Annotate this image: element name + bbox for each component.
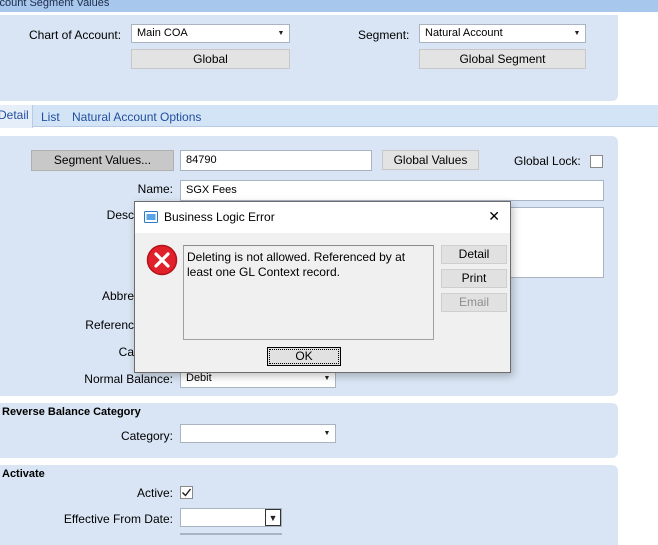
chevron-down-icon: ▼ <box>323 430 331 437</box>
abbreviation-label: Abbre <box>101 289 134 303</box>
chart-of-account-label: Chart of Account: <box>29 28 122 42</box>
tab-natural-account-options[interactable]: Natural Account Options <box>72 110 201 124</box>
ok-button[interactable]: OK <box>267 347 341 366</box>
segment-values-button[interactable]: Segment Values... <box>31 150 174 171</box>
tab-detail[interactable]: Detail <box>0 108 29 122</box>
checkmark-icon <box>182 488 192 497</box>
chevron-down-icon: ▼ <box>573 30 581 37</box>
category-label-partial: Ca <box>118 345 134 359</box>
close-icon[interactable]: ✕ <box>488 208 500 225</box>
activate-panel <box>0 465 618 545</box>
name-label: Name: <box>137 182 173 196</box>
print-button[interactable]: Print <box>441 269 507 288</box>
active-checkbox[interactable] <box>180 486 193 499</box>
global-button[interactable]: Global <box>131 49 290 69</box>
global-lock-label: Global Lock: <box>514 154 581 168</box>
chart-of-account-value: Main COA <box>137 27 188 39</box>
window-app-icon <box>144 211 158 223</box>
effective-from-date-picker[interactable]: ▼ <box>180 508 282 527</box>
window-titlebar: ccount Segment Values <box>0 0 658 12</box>
reference-label: Referenc <box>85 318 134 332</box>
reverse-category-label: Category: <box>120 429 173 443</box>
chevron-down-icon[interactable]: ▼ <box>265 509 281 526</box>
segment-label: Segment: <box>358 28 410 42</box>
name-field[interactable]: SGX Fees <box>180 180 604 201</box>
normal-balance-label: Normal Balance: <box>84 372 173 386</box>
reverse-category-select[interactable]: ▼ <box>180 424 336 443</box>
normal-balance-value: Debit <box>186 372 212 384</box>
dialog-title: Business Logic Error <box>164 210 275 224</box>
segment-select[interactable]: Natural Account ▼ <box>419 24 586 43</box>
detail-button[interactable]: Detail <box>441 245 507 264</box>
segment-value: Natural Account <box>425 27 503 39</box>
global-values-button[interactable]: Global Values <box>382 150 479 170</box>
email-button[interactable]: Email <box>441 293 507 312</box>
global-segment-button[interactable]: Global Segment <box>419 49 586 69</box>
error-message: Deleting is not allowed. Referenced by a… <box>183 245 434 340</box>
active-label: Active: <box>136 486 173 500</box>
reverse-balance-title: Reverse Balance Category <box>2 406 141 418</box>
chevron-down-icon: ▼ <box>277 30 285 37</box>
chart-of-account-select[interactable]: Main COA ▼ <box>131 24 290 43</box>
window-title: ccount Segment Values <box>0 0 110 9</box>
segment-value-field[interactable]: 84790 <box>180 150 372 171</box>
dialog-titlebar: Business Logic Error ✕ <box>135 202 510 233</box>
error-icon <box>146 244 178 276</box>
tab-list[interactable]: List <box>41 110 60 124</box>
global-lock-checkbox[interactable] <box>590 155 603 168</box>
effective-from-label: Effective From Date: <box>63 512 173 526</box>
business-logic-error-dialog: Business Logic Error ✕ Deleting is not a… <box>134 201 511 373</box>
activate-title: Activate <box>2 468 45 480</box>
description-label: Desc <box>106 208 134 222</box>
